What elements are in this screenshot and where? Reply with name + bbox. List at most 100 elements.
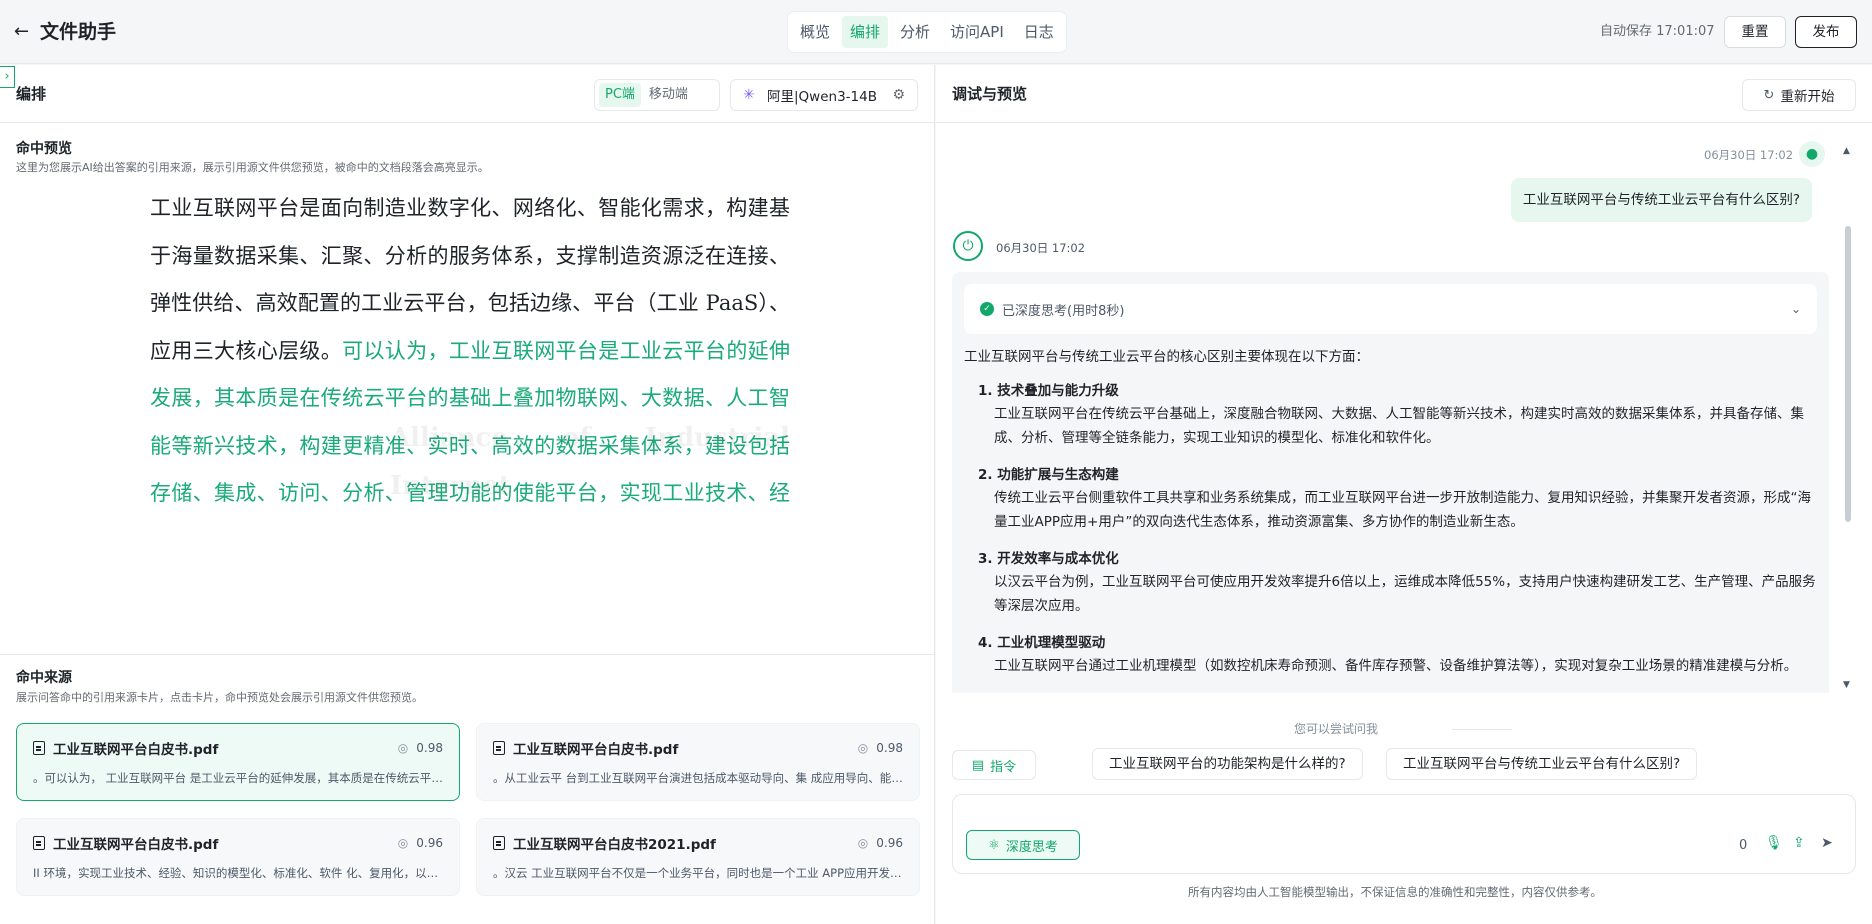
user-icon: ● — [1799, 141, 1825, 167]
arrow-left-icon[interactable]: ← — [14, 20, 36, 44]
scroll-down-icon[interactable]: ▼ — [1843, 680, 1850, 690]
device-switch: PC端 移动端 — [594, 79, 720, 111]
deep-think-label: 深度思考 — [1005, 839, 1058, 855]
list-item: 3. 开发效率与成本优化 以汉云平台为例，工业互联网平台可使应用开发效率提升6倍… — [964, 548, 1824, 618]
suggestions-label: 您可以尝试问我 — [1294, 722, 1379, 736]
bot-message-time: 06月30日 17:02 — [996, 241, 1086, 255]
char-count: 0 — [1739, 838, 1748, 853]
reset-button[interactable]: 重置 — [1724, 16, 1786, 48]
thinking-toggle[interactable]: ✓ 已深度思考(用时8秒) ⌄ — [964, 284, 1817, 334]
chat-scrollbar[interactable]: ▲ ▼ — [1843, 140, 1853, 696]
thinking-label: 已深度思考(用时8秒) — [1002, 303, 1125, 319]
file-icon — [33, 836, 45, 850]
tab-api[interactable]: 访问API — [942, 16, 1012, 48]
chevron-right-icon[interactable]: › — [0, 66, 15, 88]
divider — [0, 654, 935, 655]
answer-item-heading: 1. 技术叠加与能力升级 — [978, 383, 1119, 399]
answer-list: 1. 技术叠加与能力升级 工业互联网平台在传统云平台基础上，深度融合物联网、大数… — [964, 380, 1824, 692]
source-card-snippet: II 环境，实现工业技术、经验、知识的模型化、标准化、软件 化、复用化，以工业微… — [33, 866, 443, 880]
panel-title: 调试与预览 — [952, 85, 1028, 103]
scroll-up-icon[interactable]: ▲ — [1843, 146, 1850, 156]
chat-input-box: ⚛ 深度思考 0 🎙 ⇪ ➤ — [952, 794, 1856, 874]
source-card-score: 0.96 — [876, 836, 903, 850]
score-icon: ◎ — [857, 836, 869, 850]
user-message: 工业互联网平台与传统工业云平台有什么区别? — [1510, 178, 1812, 222]
sources-title: 命中来源 — [16, 670, 72, 686]
source-card-snippet: 。汉云 工业互联网平台不仅是一个业务平台，同时也是一个工业 APP应用开发平台 — [493, 866, 903, 880]
answer-item-body: 传统工业云平台侧重软件工具共享和业务系统集成，而工业互联网平台进一步开放制造能力… — [994, 490, 1811, 530]
nav-tabs: 概览 编排 分析 访问API 日志 — [788, 12, 1066, 52]
orchestrate-panel: 编排 PC端 移动端 ✳ 阿里|Qwen3-14B ⚙ 命中预览 这里为您展示A… — [0, 65, 935, 924]
list-item: 1. 技术叠加与能力升级 工业互联网平台在传统云平台基础上，深度融合物联网、大数… — [964, 380, 1824, 450]
list-item: 2. 功能扩展与生态构建 传统工业云平台侧重软件工具共享和业务系统集成，而工业互… — [964, 464, 1824, 534]
source-card-name: 工业互联网平台白皮书.pdf — [53, 837, 219, 853]
source-card[interactable]: 工业互联网平台白皮书.pdf ◎ 0.98 。可以认为， 工业互联网平台 是工业… — [16, 723, 460, 801]
mic-icon[interactable]: 🎙 — [1765, 835, 1783, 851]
source-card-name: 工业互联网平台白皮书.pdf — [513, 742, 679, 758]
file-icon — [33, 741, 45, 755]
publish-button[interactable]: 发布 — [1795, 16, 1857, 48]
tab-orchestrate[interactable]: 编排 — [842, 16, 889, 48]
divider — [1452, 729, 1512, 730]
gear-icon[interactable]: ⚙ — [892, 87, 905, 103]
top-bar: ← 文件助手 概览 编排 分析 访问API 日志 自动保存 17:01:07 重… — [0, 0, 1872, 64]
source-card-snippet: 。可以认为， 工业互联网平台 是工业云平台的延伸发展，其本质是在传统云平台的基础… — [33, 771, 443, 785]
sources-desc: 展示问答命中的引用来源卡片，点击卡片，命中预览处会展示引用源文件供您预览。 — [16, 691, 423, 704]
model-select[interactable]: ✳ 阿里|Qwen3-14B ⚙ — [730, 79, 918, 111]
orchestrate-header: 编排 PC端 移动端 ✳ 阿里|Qwen3-14B ⚙ — [0, 65, 935, 123]
score-icon: ◎ — [857, 741, 869, 755]
suggested-question[interactable]: 工业互联网平台的功能架构是什么样的? — [1092, 748, 1363, 780]
score-icon: ◎ — [397, 741, 409, 755]
answer-item-body: 工业互联网平台在传统云平台基础上，深度融合物联网、大数据、人工智能等新兴技术，构… — [994, 406, 1804, 446]
atom-icon: ⚛ — [988, 837, 1000, 853]
panel-title: 编排 — [16, 85, 47, 103]
model-name: 阿里|Qwen3-14B — [767, 89, 877, 105]
answer-item-heading: 4. 工业机理模型驱动 — [978, 635, 1106, 651]
source-card-name: 工业互联网平台白皮书.pdf — [53, 742, 219, 758]
source-card-score: 0.98 — [876, 741, 903, 755]
device-option-pc[interactable]: PC端 — [599, 83, 641, 107]
answer-item-body: 工业互联网平台通过工业机理模型（如数控机床寿命预测、备件库存预警、设备维护算法等… — [994, 658, 1798, 674]
list-item: 4. 工业机理模型驱动 工业互联网平台通过工业机理模型（如数控机床寿命预测、备件… — [964, 632, 1824, 678]
command-icon: ▤ — [971, 757, 985, 773]
command-button[interactable]: ▤ 指令 — [952, 750, 1036, 780]
model-logo-icon: ✳ — [743, 87, 755, 103]
source-card-snippet: 。从工业云平 台到工业互联网平台演进包括成本驱动导向、集 成应用导向、能力交易导… — [493, 771, 903, 785]
hit-preview-title: 命中预览 — [16, 141, 72, 157]
suggested-question[interactable]: 工业互联网平台与传统工业云平台有什么区别? — [1386, 748, 1698, 780]
tab-analysis[interactable]: 分析 — [892, 16, 938, 48]
refresh-icon: ↻ — [1763, 87, 1775, 103]
source-card-score: 0.98 — [416, 741, 443, 755]
answer-item-heading: 3. 开发效率与成本优化 — [978, 551, 1119, 567]
source-card[interactable]: 工业互联网平台白皮书.pdf ◎ 0.96 II 环境，实现工业技术、经验、知识… — [16, 818, 460, 896]
chat-input[interactable] — [965, 803, 1845, 827]
file-icon — [493, 741, 505, 755]
send-icon[interactable]: ➤ — [1821, 835, 1833, 851]
bot-icon: ⏻ — [953, 231, 983, 261]
preview-highlight-text: 可以认为，工业互联网平台是工业云平台的延伸发展，其本质是在传统云平台的基础上叠加… — [150, 338, 790, 506]
source-card-score: 0.96 — [416, 836, 443, 850]
debug-header: 调试与预览 ↻ 重新开始 — [936, 65, 1872, 123]
autosave-status: 自动保存 17:01:07 — [1600, 24, 1715, 39]
tab-overview[interactable]: 概览 — [792, 16, 838, 48]
answer-item-body: 以汉云平台为例，工业互联网平台可使应用开发效率提升6倍以上，运维成本降低55%，… — [994, 574, 1816, 614]
restart-button[interactable]: ↻ 重新开始 — [1742, 79, 1856, 111]
scroll-thumb[interactable] — [1845, 226, 1851, 522]
answer-item-heading: 2. 功能扩展与生态构建 — [978, 467, 1119, 483]
file-icon — [493, 836, 505, 850]
tab-logs[interactable]: 日志 — [1016, 16, 1062, 48]
deep-think-button[interactable]: ⚛ 深度思考 — [966, 830, 1080, 860]
source-card[interactable]: 工业互联网平台白皮书.pdf ◎ 0.98 。从工业云平 台到工业互联网平台演进… — [476, 723, 920, 801]
user-message-time: 06月30日 17:02 — [1704, 148, 1794, 162]
disclaimer: 所有内容均由人工智能模型输出，不保证信息的准确性和完整性，内容仅供参考。 — [1188, 885, 1602, 899]
source-card[interactable]: 工业互联网平台白皮书2021.pdf ◎ 0.96 。汉云 工业互联网平台不仅是… — [476, 818, 920, 896]
device-option-mobile[interactable]: 移动端 — [643, 83, 694, 107]
source-card-name: 工业互联网平台白皮书2021.pdf — [513, 837, 716, 853]
hit-preview-desc: 这里为您展示AI给出答案的引用来源，展示引用源文件供您预览，被命中的文档段落会高… — [16, 161, 489, 174]
upload-icon[interactable]: ⇪ — [1793, 835, 1805, 851]
chevron-down-icon: ⌄ — [1790, 302, 1801, 316]
command-label: 指令 — [990, 759, 1017, 775]
restart-label: 重新开始 — [1780, 89, 1835, 105]
app-title: 文件助手 — [40, 21, 117, 43]
answer-intro: 工业互联网平台与传统工业云平台的核心区别主要体现在以下方面： — [964, 349, 1369, 365]
